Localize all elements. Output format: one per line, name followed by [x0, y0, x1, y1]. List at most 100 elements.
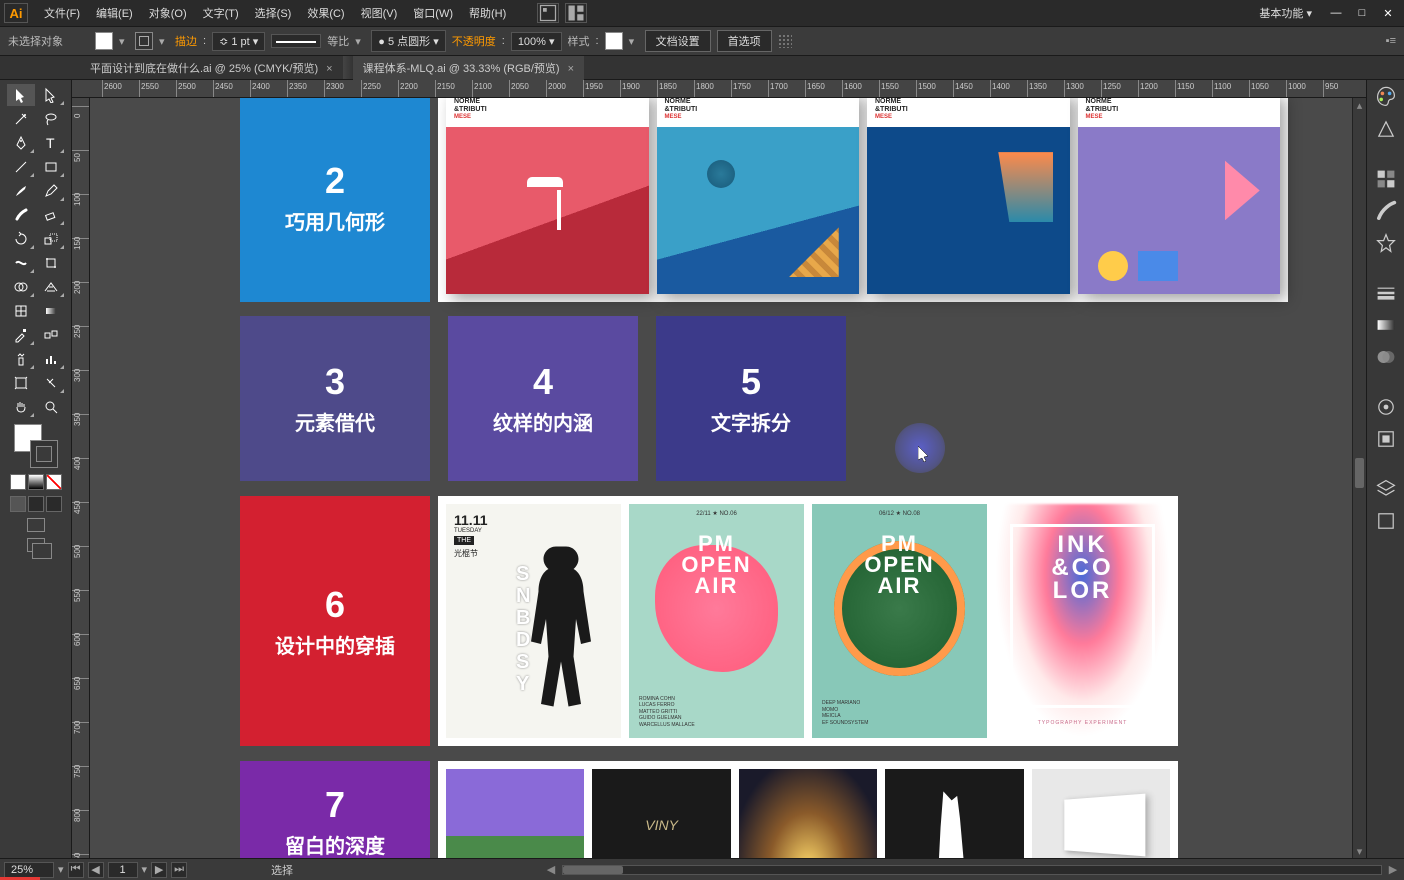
draw-inside[interactable] [46, 496, 62, 512]
scroll-up-icon[interactable]: ▴ [1353, 98, 1366, 112]
design-block-4[interactable]: 4 纹样的内涵 [448, 316, 638, 481]
prev-artboard-button[interactable]: ◀ [88, 862, 104, 878]
stroke-dropdown[interactable]: ▾ [159, 34, 169, 48]
horizontal-scrollbar[interactable] [562, 865, 1382, 875]
stroke-swatch[interactable] [135, 32, 153, 50]
design-block-7[interactable]: 7 留白的深度 [240, 761, 430, 858]
scroll-left-icon[interactable]: ◀ [544, 863, 558, 877]
menu-effect[interactable]: 效果(C) [299, 1, 352, 25]
symbols-panel-icon[interactable] [1374, 232, 1398, 254]
width-tool[interactable] [7, 252, 35, 274]
zoom-field[interactable]: 25% [4, 862, 54, 878]
poster-row-2[interactable]: NORME&TRIBUTIMESE NORME&TRIBUTIMESE NORM… [438, 98, 1288, 302]
rotate-tool[interactable] [7, 228, 35, 250]
perspective-grid-tool[interactable] [37, 276, 65, 298]
brushes-panel-icon[interactable] [1374, 200, 1398, 222]
scroll-down-icon[interactable]: ▾ [1353, 844, 1366, 858]
close-icon[interactable]: × [326, 63, 332, 75]
direct-selection-tool[interactable] [37, 84, 65, 106]
first-artboard-button[interactable]: ⏮ [68, 862, 84, 878]
color-panel-icon[interactable] [1374, 86, 1398, 108]
swatches-panel-icon[interactable] [1374, 168, 1398, 190]
h-scrollbar-thumb[interactable] [563, 866, 623, 874]
next-artboard-button[interactable]: ▶ [151, 862, 167, 878]
mesh-tool[interactable] [7, 300, 35, 322]
artboard-tool[interactable] [7, 372, 35, 394]
draw-normal[interactable] [10, 496, 26, 512]
artboards-panel-icon[interactable] [1374, 510, 1398, 532]
screen-mode-toggle[interactable] [27, 538, 45, 552]
window-close[interactable]: ✕ [1376, 4, 1400, 22]
stroke-color[interactable] [30, 440, 58, 468]
layers-panel-icon[interactable] [1374, 478, 1398, 500]
pen-tool[interactable] [7, 132, 35, 154]
artboard-field[interactable]: 1 [108, 862, 138, 878]
menu-view[interactable]: 视图(V) [353, 1, 406, 25]
scrollbar-thumb[interactable] [1355, 458, 1364, 488]
slice-tool[interactable] [37, 372, 65, 394]
style-swatch[interactable] [605, 32, 623, 50]
window-minimize[interactable]: — [1324, 4, 1348, 22]
eraser-tool[interactable] [37, 204, 65, 226]
opacity-field[interactable]: 100% ▾ [511, 32, 562, 51]
stroke-panel-icon[interactable] [1374, 282, 1398, 304]
menu-edit[interactable]: 编辑(E) [88, 1, 141, 25]
arrange-icon[interactable] [565, 3, 587, 23]
transparency-panel-icon[interactable] [1374, 346, 1398, 368]
doc-setup-button[interactable]: 文档设置 [645, 30, 711, 52]
blend-tool[interactable] [37, 324, 65, 346]
line-tool[interactable] [7, 156, 35, 178]
bridge-icon[interactable] [537, 3, 559, 23]
magic-wand-tool[interactable] [7, 108, 35, 130]
hand-tool[interactable] [7, 396, 35, 418]
paintbrush-tool[interactable] [7, 180, 35, 202]
type-tool[interactable]: T [37, 132, 65, 154]
draw-behind[interactable] [28, 496, 44, 512]
vertical-scrollbar[interactable]: ▴ ▾ [1352, 98, 1366, 858]
fill-dropdown[interactable]: ▾ [119, 34, 129, 48]
free-transform-tool[interactable] [37, 252, 65, 274]
design-block-6[interactable]: 6 设计中的穿插 [240, 496, 430, 746]
symbol-sprayer-tool[interactable] [7, 348, 35, 370]
gradient-panel-icon[interactable] [1374, 314, 1398, 336]
tab-doc-2[interactable]: 课程体系-MLQ.ai @ 33.33% (RGB/预览)× [353, 56, 584, 80]
fill-swatch[interactable] [95, 32, 113, 50]
menu-object[interactable]: 对象(O) [141, 1, 195, 25]
tab-doc-1[interactable]: 平面设计到底在做什么.ai @ 25% (CMYK/预览)× [80, 56, 343, 80]
close-icon[interactable]: × [568, 63, 574, 75]
brush-field[interactable]: ● 5 点圆形 ▾ [371, 30, 445, 52]
style-dropdown[interactable]: ▾ [629, 34, 639, 48]
scale-tool[interactable] [37, 228, 65, 250]
preferences-button[interactable]: 首选项 [717, 30, 772, 52]
shape-builder-tool[interactable] [7, 276, 35, 298]
canvas[interactable]: 2 巧用几何形 NORME&TRIBUTIMESE NORME&TRIBUTIM… [90, 98, 1366, 858]
color-guide-panel-icon[interactable] [1374, 118, 1398, 140]
poster-row-7[interactable]: VINY [438, 761, 1178, 858]
uniform-dropdown[interactable]: ▾ [355, 34, 365, 48]
menu-window[interactable]: 窗口(W) [405, 1, 461, 25]
scroll-right-icon[interactable]: ▶ [1386, 863, 1400, 877]
column-graph-tool[interactable] [37, 348, 65, 370]
poster-row-6[interactable]: 11.11 TUESDAY THE 光棍节 SNBDSY 22/11 ★ NO.… [438, 496, 1178, 746]
blob-brush-tool[interactable] [7, 204, 35, 226]
workspace-switcher[interactable]: 基本功能 ▾ [1249, 2, 1322, 24]
pencil-tool[interactable] [37, 180, 65, 202]
design-block-5[interactable]: 5 文字拆分 [656, 316, 846, 481]
artboard-dropdown[interactable]: ▾ [142, 863, 148, 876]
gradient-tool[interactable] [37, 300, 65, 322]
color-mode[interactable] [10, 474, 26, 490]
zoom-tool[interactable] [37, 396, 65, 418]
menu-help[interactable]: 帮助(H) [461, 1, 514, 25]
screen-mode-normal[interactable] [27, 518, 45, 532]
stroke-profile[interactable] [271, 34, 321, 48]
selection-tool[interactable] [7, 84, 35, 106]
last-artboard-button[interactable]: ⏭ [171, 862, 187, 878]
graphic-styles-panel-icon[interactable] [1374, 428, 1398, 450]
appearance-panel-icon[interactable] [1374, 396, 1398, 418]
gradient-mode[interactable] [28, 474, 44, 490]
menu-file[interactable]: 文件(F) [36, 1, 88, 25]
lasso-tool[interactable] [37, 108, 65, 130]
stroke-weight-field[interactable]: ≎ 1 pt ▾ [212, 32, 265, 51]
zoom-dropdown[interactable]: ▾ [58, 863, 64, 876]
eyedropper-tool[interactable] [7, 324, 35, 346]
